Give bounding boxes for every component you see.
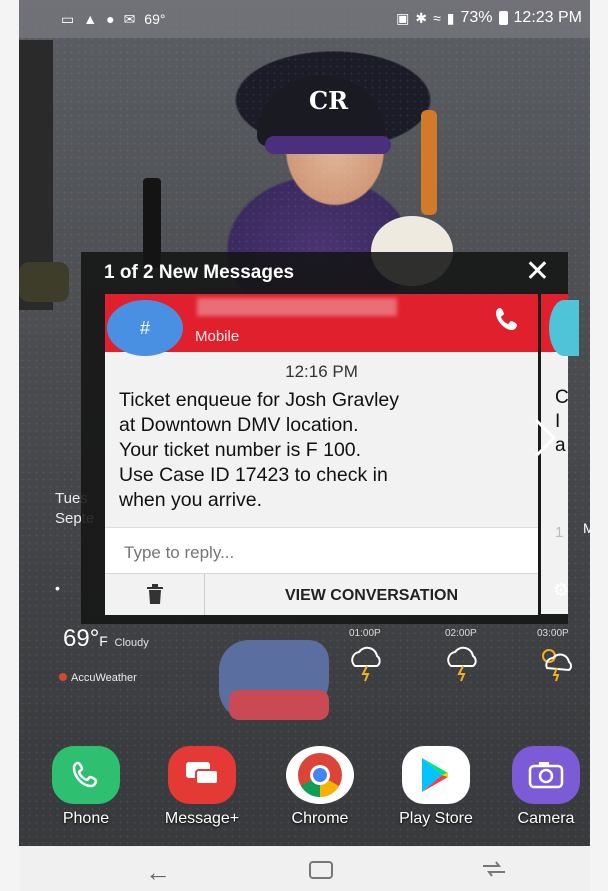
bluetooth-icon: ✱ <box>415 10 428 26</box>
app-label: Chrome <box>291 810 349 827</box>
app-label: Play Store <box>399 810 473 827</box>
chrome-icon <box>286 746 354 804</box>
temp-value: 69° <box>63 625 100 652</box>
view-conversation-button[interactable]: VIEW CONVERSATION <box>205 574 538 615</box>
thunderstorm-icon <box>447 646 477 682</box>
sender-type: Mobile <box>195 328 240 345</box>
wallpaper-bat <box>421 110 437 215</box>
wallpaper-cap-brim <box>265 136 391 154</box>
message-card-header: # Mobile <box>105 294 538 356</box>
battery-percent: 73% <box>460 9 493 26</box>
status-time: 12:23 PM <box>513 9 582 26</box>
chevron-right-icon[interactable] <box>534 418 558 458</box>
app-chrome[interactable]: Chrome <box>275 746 365 828</box>
nfc-icon: ▣ <box>396 10 410 26</box>
app-label: Camera <box>517 810 575 827</box>
temp-unit: F <box>99 633 108 649</box>
alarm-icon: ▲ <box>83 11 98 27</box>
accuweather-logo-icon <box>59 673 67 681</box>
phone-icon <box>52 746 120 804</box>
app-phone[interactable]: Phone <box>41 746 131 828</box>
close-icon[interactable]: ✕ <box>525 256 550 288</box>
message-line: Your ticket number is F 100. <box>119 439 362 461</box>
message-notification-popup: 1 of 2 New Messages ✕ # Mobile 12:16 PM … <box>81 252 579 624</box>
status-right-icons: ▣ ✱ ≈ ▮ 73% 12:23 PM <box>396 9 582 27</box>
app-label: Message+ <box>164 810 240 827</box>
message-body: Ticket enqueue for Josh Gravley at Downt… <box>119 388 524 513</box>
message-line: when you arrive. <box>119 489 263 511</box>
weather-condition: Cloudy <box>114 637 149 649</box>
avatar[interactable]: # <box>107 300 183 356</box>
forecast-label: 02:00P <box>445 628 477 639</box>
message-time: 12:16 PM <box>285 362 358 381</box>
message-line: Use Case ID 17423 to check in <box>119 464 388 486</box>
next-card-header <box>541 294 579 356</box>
mail-icon: ✉ <box>123 11 136 27</box>
next-card-line: C <box>555 387 569 408</box>
weather-temperature[interactable]: 69°F Cloudy <box>63 625 149 653</box>
home-button-icon[interactable] <box>309 861 333 879</box>
trash-icon[interactable] <box>145 583 165 605</box>
app-label: Phone <box>62 810 110 827</box>
navigation-bar: ← <box>19 846 590 891</box>
play-store-icon <box>402 746 470 804</box>
reply-input[interactable] <box>122 542 426 564</box>
phone-call-icon[interactable] <box>492 304 526 334</box>
battery-icon <box>498 11 508 25</box>
reply-area <box>105 527 538 573</box>
phone-screen: CR ▭ ▲ ● ✉ 69° ▣ ✱ ≈ ▮ 73% 12:23 PM Tues… <box>19 0 590 891</box>
status-bar: ▭ ▲ ● ✉ 69° ▣ ✱ ≈ ▮ 73% 12:23 PM <box>19 0 590 38</box>
app-camera[interactable]: Camera <box>501 746 590 828</box>
status-temp: 69° <box>144 11 166 27</box>
chat-icon: ▭ <box>61 11 75 27</box>
wallpaper-shoe <box>19 262 69 302</box>
forecast-label: 03:00P <box>537 628 569 639</box>
sender-name-redacted <box>197 298 397 316</box>
sun-thunderstorm-icon <box>542 649 572 682</box>
alert-icon: ● <box>106 11 115 27</box>
app-play-store[interactable]: Play Store <box>391 746 481 828</box>
gear-icon[interactable]: ⚙ <box>553 580 569 601</box>
message-actions: VIEW CONVERSATION <box>105 573 538 615</box>
status-left-icons: ▭ ▲ ● ✉ 69° <box>61 10 165 28</box>
recent-apps-icon[interactable] <box>479 858 509 880</box>
signal-icon: ▮ <box>446 10 455 26</box>
wifi-icon: ≈ <box>433 10 441 26</box>
provider-label: AccuWeather <box>71 672 137 684</box>
message-line: Ticket enqueue for Josh Gravley <box>119 389 399 411</box>
weather-provider[interactable]: AccuWeather <box>59 672 137 684</box>
app-message-plus[interactable]: Message+ <box>157 746 247 828</box>
message-plus-icon <box>168 746 236 804</box>
message-line: at Downtown DMV location. <box>119 414 359 436</box>
popup-title: 1 of 2 New Messages <box>104 262 295 283</box>
location-dot-icon: • <box>55 580 60 596</box>
thunderstorm-icon <box>351 646 381 682</box>
wallpaper-sneaker-sole <box>229 690 329 720</box>
wallpaper-cap-logo: CR <box>309 86 349 115</box>
message-card[interactable]: # Mobile 12:16 PM Ticket enqueue for Jos… <box>105 294 538 615</box>
forecast-label: 01:00P <box>349 628 381 639</box>
back-icon[interactable]: ← <box>139 856 177 889</box>
next-card-avatar <box>549 300 579 356</box>
next-card-time: 1 <box>555 524 564 541</box>
camera-icon <box>512 746 580 804</box>
app-dock: Phone Message+ Chrome Play Store Camera <box>19 746 590 846</box>
weather-right-fragment: M <box>583 520 590 536</box>
